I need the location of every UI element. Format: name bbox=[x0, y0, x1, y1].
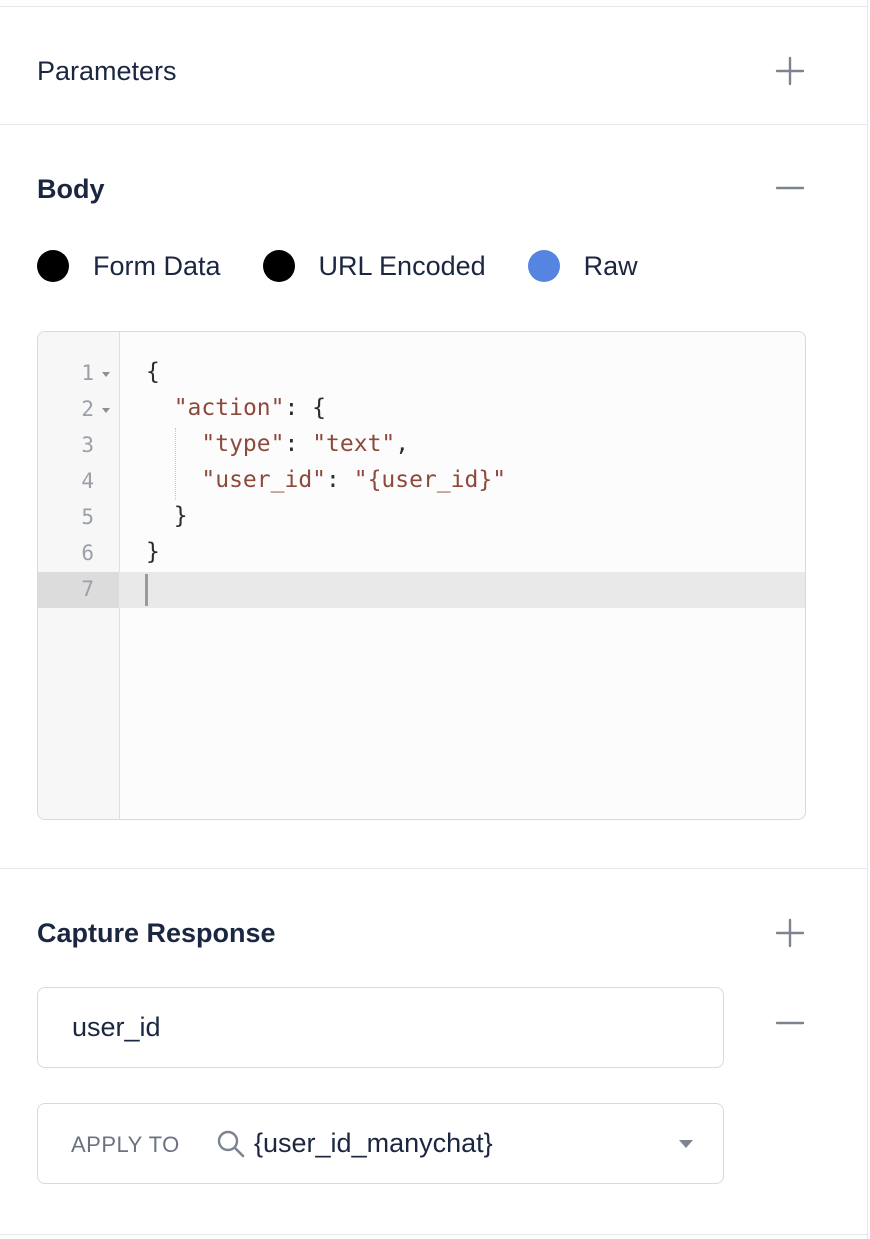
text-cursor bbox=[145, 574, 148, 606]
capture-path-value: user_id bbox=[72, 1012, 161, 1042]
radio-label: URL Encoded bbox=[318, 250, 486, 281]
divider bbox=[0, 124, 867, 125]
radio-label: Form Data bbox=[93, 250, 221, 281]
code-line: } bbox=[146, 503, 188, 529]
radio-dot[interactable] bbox=[262, 250, 295, 282]
radio-dot-selected[interactable] bbox=[527, 250, 560, 282]
capture-path-input[interactable]: user_id bbox=[37, 987, 724, 1068]
divider bbox=[0, 6, 867, 7]
active-line-highlight bbox=[38, 572, 805, 608]
line-number: 2 bbox=[81, 397, 94, 421]
collapse-body-minus-icon[interactable] bbox=[773, 171, 807, 205]
parameters-title: Parameters bbox=[37, 56, 177, 86]
apply-to-label: APPLY TO bbox=[71, 1132, 180, 1157]
radio-dot[interactable] bbox=[37, 250, 69, 282]
code-line: "action": { bbox=[173, 395, 327, 421]
capture-response-title: Capture Response bbox=[37, 918, 276, 948]
line-number: 4 bbox=[81, 469, 94, 493]
apply-to-value: {user_id_manychat} bbox=[254, 1128, 493, 1158]
apply-to-variable-select[interactable]: APPLY TO {user_id_manychat} bbox=[37, 1103, 724, 1184]
radio-raw[interactable]: Raw bbox=[527, 250, 638, 282]
code-line: "user_id": "{user_id}" bbox=[201, 467, 507, 493]
add-parameter-plus-icon[interactable] bbox=[773, 54, 807, 88]
radio-label: Raw bbox=[583, 250, 638, 281]
line-number: 3 bbox=[81, 433, 94, 457]
code-line: } bbox=[146, 539, 160, 565]
line-number: 5 bbox=[81, 505, 94, 529]
body-title: Body bbox=[37, 174, 105, 204]
code-line: "type": "text", bbox=[201, 431, 410, 457]
divider bbox=[0, 1234, 867, 1235]
remove-capture-minus-icon[interactable] bbox=[773, 1006, 807, 1040]
add-capture-plus-icon[interactable] bbox=[773, 916, 807, 950]
body-type-radio-group: Form Data URL Encoded Raw bbox=[37, 250, 680, 282]
radio-url-encoded[interactable]: URL Encoded bbox=[262, 250, 486, 282]
raw-body-code-editor[interactable]: 1 2 3 4 5 6 7 { "action": { "type": "tex… bbox=[37, 331, 806, 820]
request-panel: Parameters Body Form Data URL Encoded Ra… bbox=[0, 0, 868, 1239]
line-number: 1 bbox=[81, 361, 94, 385]
chevron-down-icon[interactable] bbox=[679, 1140, 693, 1148]
divider bbox=[0, 868, 867, 869]
code-line: { bbox=[146, 359, 160, 385]
search-icon bbox=[216, 1129, 246, 1164]
line-number: 7 bbox=[81, 577, 94, 601]
fold-arrow-icon[interactable] bbox=[102, 372, 110, 377]
line-number: 6 bbox=[81, 541, 94, 565]
fold-arrow-icon[interactable] bbox=[102, 408, 110, 413]
radio-form-data[interactable]: Form Data bbox=[37, 250, 221, 282]
